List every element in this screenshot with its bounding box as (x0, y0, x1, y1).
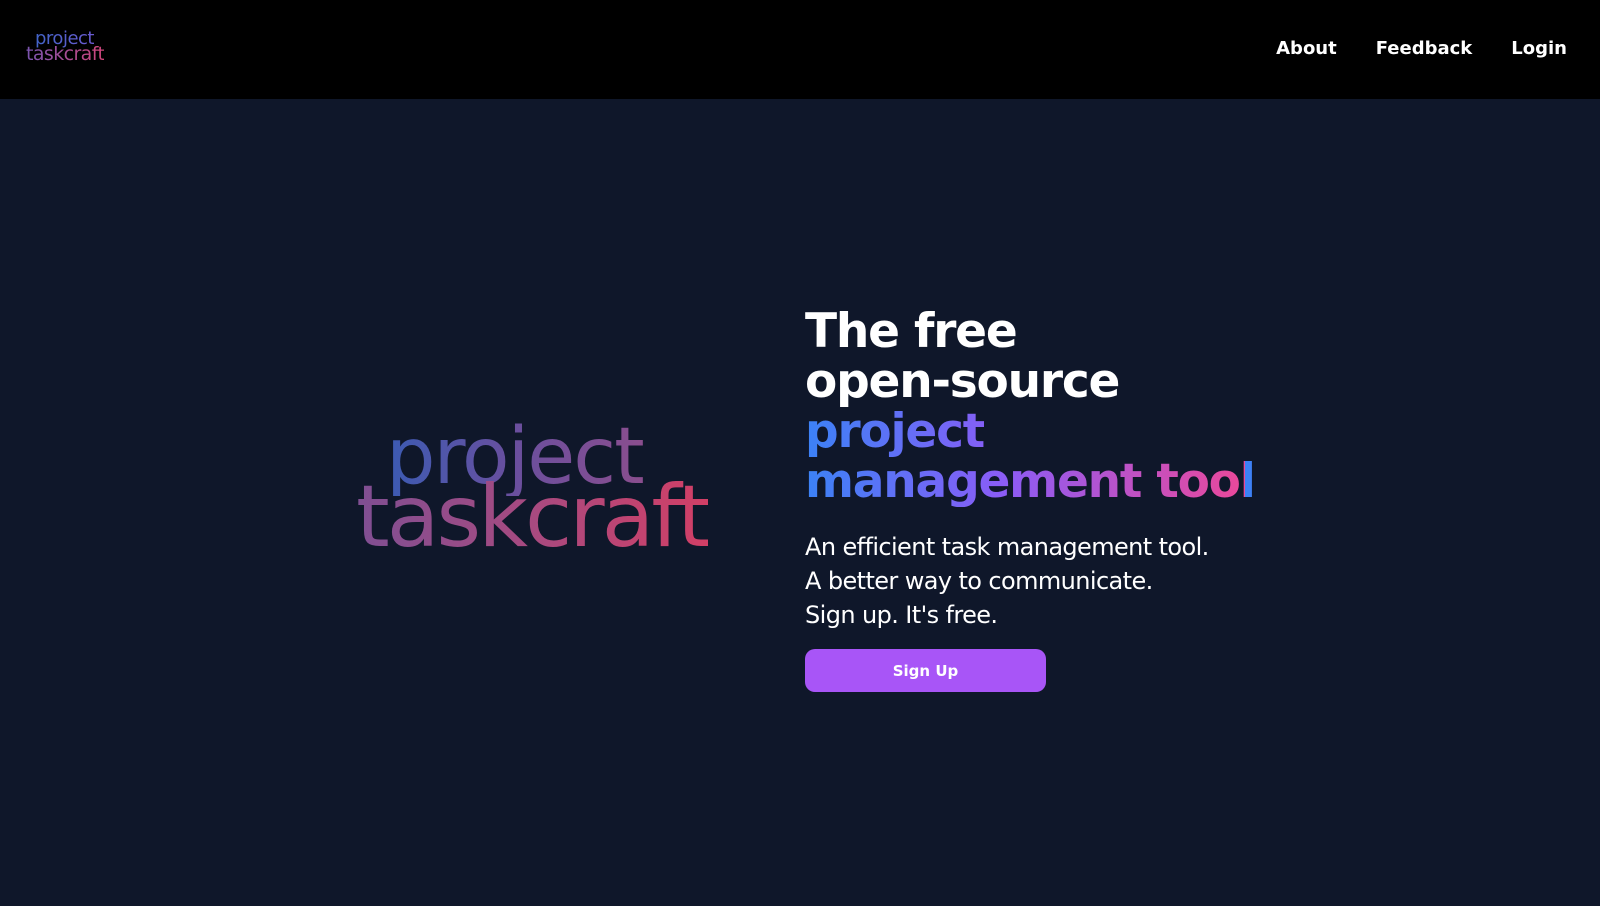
hero-logo: project taskcraft (356, 418, 711, 567)
signup-button[interactable]: Sign Up (805, 649, 1046, 692)
nav-link-login[interactable]: Login (1511, 36, 1567, 62)
headline-line-4: management tool (805, 454, 1256, 509)
headline-line-3: project (805, 404, 985, 459)
tagline-1: An efficient task management tool. (805, 533, 1209, 561)
nav-logo-line2: taskcraft (26, 43, 105, 65)
hero-headline: The free open-source project management … (805, 307, 1325, 507)
headline-line-1: The free (805, 304, 1018, 359)
hero-logo-line2: taskcraft (356, 467, 711, 567)
hero-text: The free open-source project management … (805, 307, 1325, 507)
nav-link-feedback[interactable]: Feedback (1376, 36, 1473, 62)
hero-taglines: An efficient task management tool. A bet… (805, 530, 1209, 632)
tagline-3: Sign up. It's free. (805, 601, 998, 629)
nav-link-about[interactable]: About (1276, 36, 1337, 62)
top-navbar: project taskcraft About Feedback Login (0, 0, 1600, 99)
headline-line-2: open-source (805, 354, 1120, 409)
nav-logo[interactable]: project taskcraft (26, 30, 112, 66)
tagline-2: A better way to communicate. (805, 567, 1153, 595)
nav-links: About Feedback Login (1237, 36, 1567, 62)
